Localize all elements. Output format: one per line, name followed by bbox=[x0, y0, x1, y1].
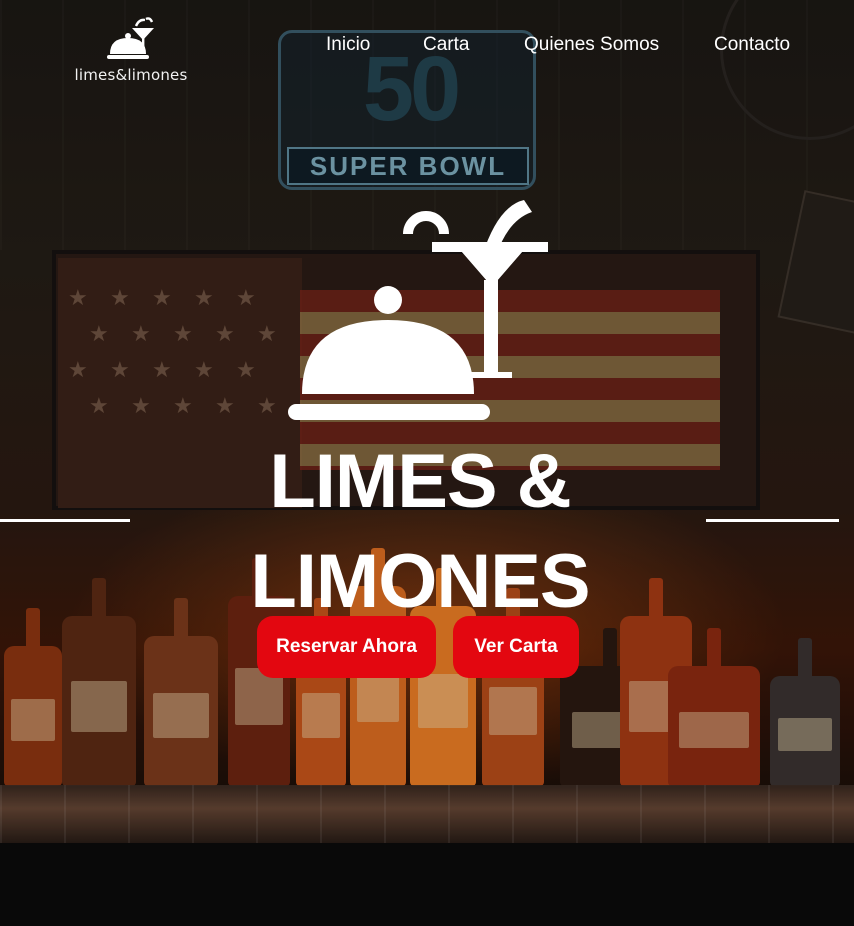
cloche-cocktail-logo-icon bbox=[288, 200, 548, 420]
ver-carta-button[interactable]: Ver Carta bbox=[453, 616, 579, 678]
hero-title-line-1: LIMES & bbox=[269, 439, 571, 524]
hero-title: LIMES & LIMONES bbox=[170, 432, 670, 632]
logo-text: limes&limones bbox=[74, 66, 188, 84]
nav-link-inicio[interactable]: Inicio bbox=[326, 34, 370, 56]
nav-link-quienes-somos[interactable]: Quienes Somos bbox=[524, 34, 659, 56]
reservar-ahora-button[interactable]: Reservar Ahora bbox=[257, 616, 436, 678]
main-nav: Inicio Carta Quienes Somos Contacto bbox=[0, 34, 854, 60]
nav-link-carta[interactable]: Carta bbox=[423, 34, 469, 56]
decorative-line-right bbox=[706, 519, 839, 522]
nav-link-contacto[interactable]: Contacto bbox=[714, 34, 790, 56]
decorative-line-left bbox=[0, 519, 130, 522]
site-header: limes&limones Inicio Carta Quienes Somos… bbox=[0, 0, 854, 100]
